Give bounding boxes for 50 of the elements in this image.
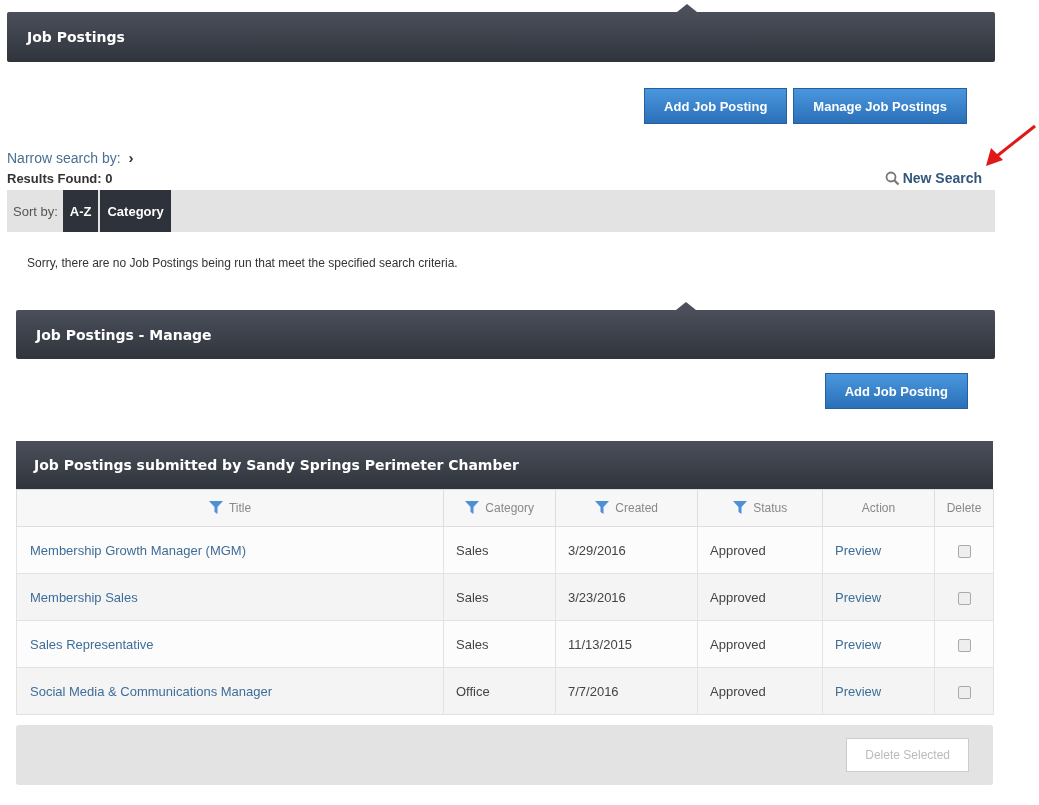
narrow-search-link[interactable]: Narrow search by: xyxy=(7,149,121,166)
sort-button[interactable]: Category xyxy=(100,190,171,232)
filter-icon[interactable] xyxy=(465,501,479,514)
action-button[interactable]: Manage Job Postings xyxy=(793,88,967,124)
filter-icon[interactable] xyxy=(732,501,747,514)
new-search-link[interactable]: New Search xyxy=(884,170,982,186)
table-cell: Sales xyxy=(443,526,556,574)
add-job-posting-button[interactable]: Add Job Posting xyxy=(824,373,968,409)
column-header[interactable]: Delete xyxy=(934,489,994,527)
filter-icon[interactable] xyxy=(595,501,609,514)
delete-checkbox[interactable] xyxy=(957,685,971,699)
filter-icon[interactable] xyxy=(208,501,223,514)
table-cell: 3/29/2016 xyxy=(555,526,698,574)
table-cell: 3/23/2016 xyxy=(555,573,698,621)
preview-link[interactable]: Preview xyxy=(822,526,935,574)
column-header[interactable]: Title xyxy=(16,489,444,527)
table-cell: Approved xyxy=(697,526,823,574)
delete-checkbox[interactable] xyxy=(957,544,971,558)
table-cell: Approved xyxy=(697,620,823,668)
job-title-link[interactable]: Membership Growth Manager (MGM) xyxy=(16,526,444,574)
action-button[interactable]: Add Job Posting xyxy=(644,88,788,124)
results-count: Results Found: 0 xyxy=(7,170,113,186)
delete-checkbox[interactable] xyxy=(957,638,971,652)
search-icon xyxy=(884,170,900,186)
preview-link[interactable]: Preview xyxy=(822,667,935,715)
chevron-icon[interactable]: › xyxy=(128,149,134,166)
preview-link[interactable]: Preview xyxy=(822,620,935,668)
job-title-link[interactable]: Social Media & Communications Manager xyxy=(16,667,444,715)
column-header[interactable]: Category xyxy=(443,489,556,527)
no-results-message: Sorry, there are no Job Postings being run that meet the specified search criteria. xyxy=(27,256,459,270)
job-title-link[interactable]: Sales Representative xyxy=(16,620,444,668)
table-cell: 11/13/2015 xyxy=(555,620,698,668)
table-cell: Sales xyxy=(443,573,556,621)
delete-checkbox[interactable] xyxy=(957,591,971,605)
table-title: Job Postings submitted by Sandy Springs Perimeter Chamber xyxy=(34,457,519,473)
table-cell: 7/7/2016 xyxy=(555,667,698,715)
panel-title: Job Postings xyxy=(27,29,125,45)
preview-link[interactable]: Preview xyxy=(822,573,935,621)
sort-label: Sort by: xyxy=(12,202,59,221)
table-cell: Sales xyxy=(443,620,556,668)
panel-title: Job Postings - Manage xyxy=(36,326,212,343)
arrow-drawing xyxy=(985,124,1037,168)
sort-button[interactable]: A-Z xyxy=(62,190,99,232)
job-title-link[interactable]: Membership Sales xyxy=(16,573,444,621)
column-header[interactable]: Created xyxy=(555,489,698,527)
column-header[interactable]: Status xyxy=(697,489,823,527)
column-header[interactable]: Action xyxy=(822,489,935,527)
table-cell: Approved xyxy=(697,667,823,715)
table-cell: Office xyxy=(443,667,556,715)
table-cell: Approved xyxy=(697,573,823,621)
